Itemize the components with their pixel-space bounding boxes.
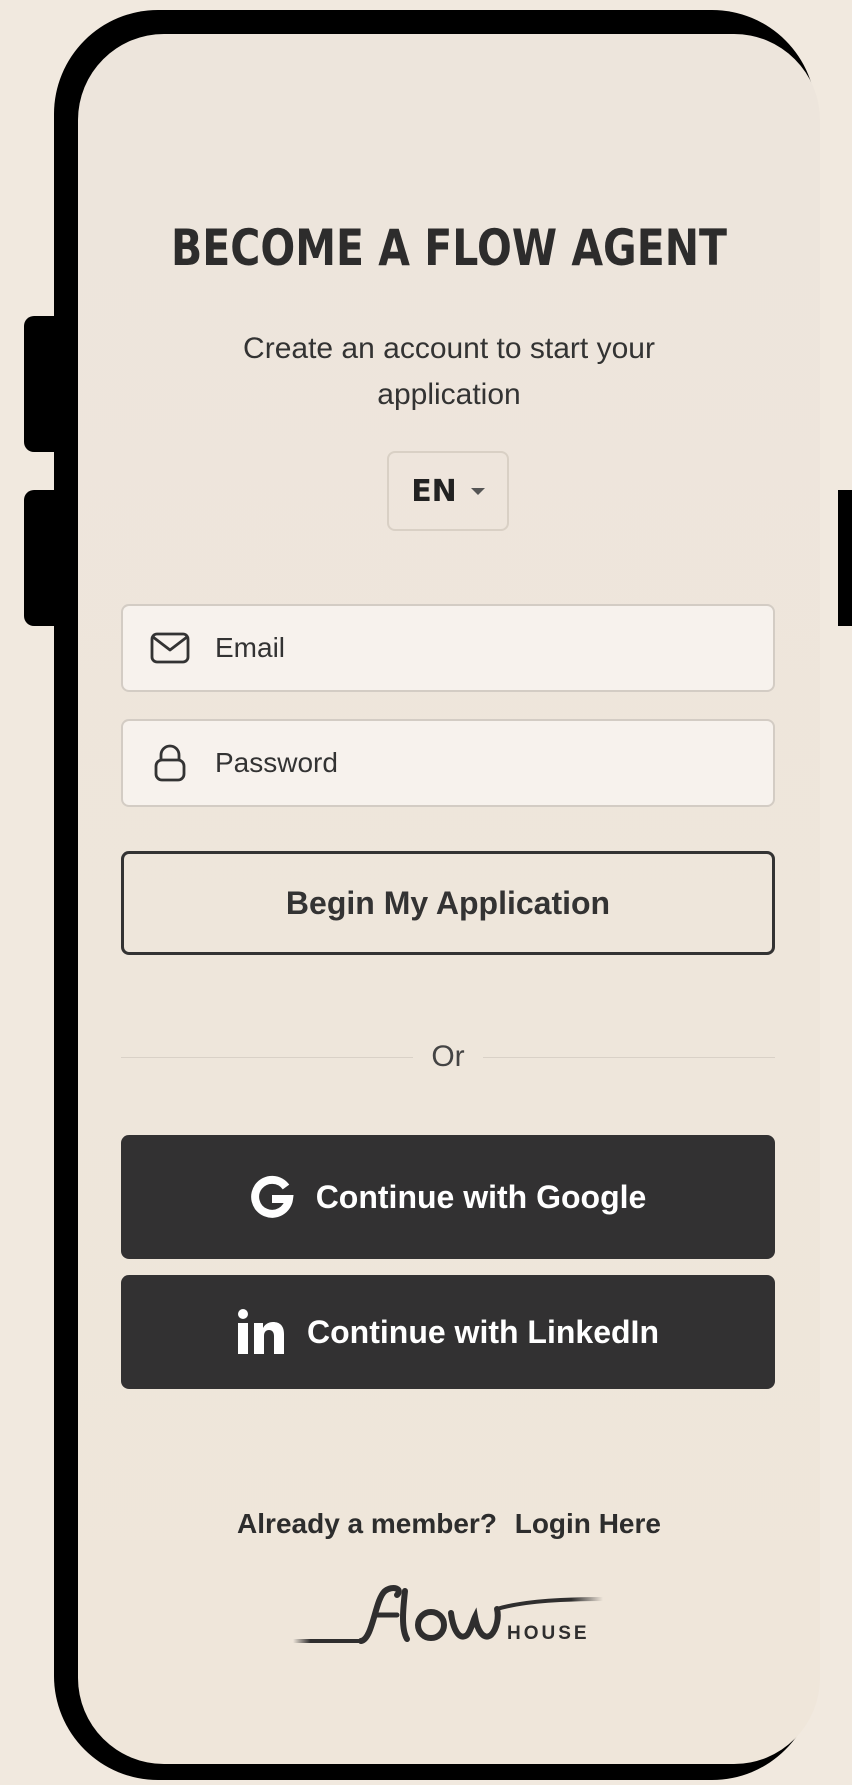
phone-side-button: [838, 490, 852, 626]
member-text: Already a member?: [237, 1508, 497, 1539]
divider-line: [121, 1056, 414, 1058]
page-subtitle: Create an account to start your applicat…: [243, 332, 655, 411]
lock-icon: [149, 742, 191, 784]
google-signin-button[interactable]: Continue with Google: [121, 1135, 775, 1259]
phone-screen: BECOME A FLOW AGENT Create an account to…: [78, 34, 820, 1764]
linkedin-icon: [237, 1308, 285, 1356]
login-prompt: Already a member? Login Here: [78, 1508, 820, 1540]
linkedin-signin-button[interactable]: Continue with LinkedIn: [121, 1275, 775, 1389]
language-selector[interactable]: EN: [387, 451, 509, 531]
password-input[interactable]: [213, 746, 737, 780]
linkedin-signin-label: Continue with LinkedIn: [307, 1313, 659, 1350]
language-value: EN: [411, 473, 457, 509]
divider-label: Or: [431, 1040, 465, 1073]
envelope-icon: [149, 627, 191, 669]
divider-line: [482, 1056, 776, 1058]
email-input[interactable]: [213, 631, 737, 665]
password-field[interactable]: [121, 719, 775, 807]
caret-down-icon: [470, 487, 485, 495]
flow-house-logo: HOUSE: [293, 1579, 604, 1659]
logo-subtext: HOUSE: [507, 1623, 590, 1644]
or-divider: Or: [121, 1037, 776, 1077]
google-signin-label: Continue with Google: [315, 1178, 647, 1215]
google-icon: [250, 1175, 294, 1219]
email-field[interactable]: [121, 604, 775, 692]
page-title: BECOME A FLOW AGENT: [171, 219, 727, 277]
begin-application-button[interactable]: Begin My Application: [121, 851, 775, 955]
login-link[interactable]: Login Here: [515, 1508, 661, 1539]
